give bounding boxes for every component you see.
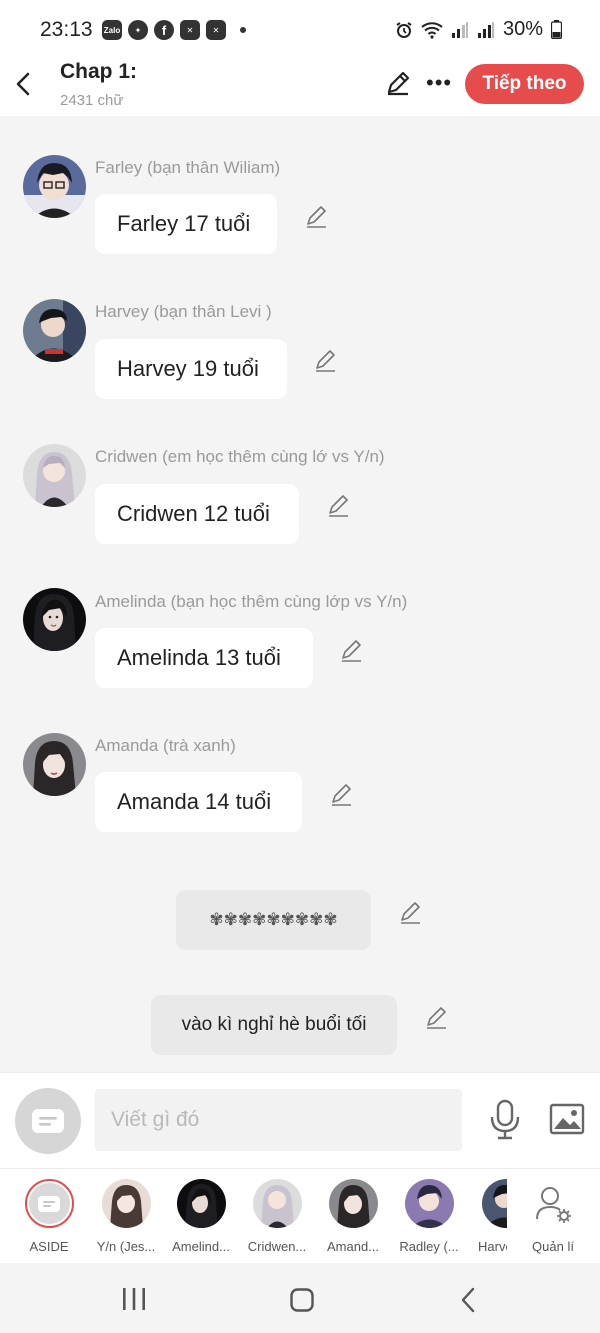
avatar: [404, 1179, 454, 1228]
aside-icon: [38, 1195, 60, 1212]
status-time: 23:13: [40, 18, 93, 41]
avatar: [482, 1179, 507, 1228]
character-item[interactable]: Harve: [470, 1179, 507, 1254]
avatar[interactable]: [23, 299, 86, 362]
sender-name: Amanda (trà xanh): [95, 736, 236, 755]
more-options-icon[interactable]: •••: [426, 72, 452, 94]
chapter-header: Chap 1: 2431 chữ ••• Tiếp theo: [0, 60, 600, 116]
sender-name: Farley (bạn thân Wiliam): [95, 158, 281, 177]
character-label: Cridwen...: [247, 1239, 307, 1254]
character-item[interactable]: Cridwen...: [242, 1179, 312, 1254]
chapter-title: Chap 1:: [60, 60, 138, 83]
dialogue-bubble[interactable]: Amanda 14 tuổi: [95, 772, 302, 832]
character-item[interactable]: Radley (...: [394, 1179, 464, 1254]
edit-message-icon[interactable]: [304, 204, 330, 230]
capcut-icon: ✕: [206, 20, 226, 40]
aside-avatar: [24, 1179, 74, 1228]
character-label: Y/n (Jes...: [96, 1239, 156, 1254]
composer-bar: Viết gì đó: [0, 1072, 600, 1168]
signal-icon: [451, 21, 468, 38]
edit-message-icon[interactable]: [313, 348, 339, 374]
avatar[interactable]: [23, 588, 86, 651]
edit-message-icon[interactable]: [424, 1005, 450, 1031]
sender-name: Cridwen (em học thêm cùng lớ vs Y/n): [95, 447, 385, 466]
dialogue-bubble[interactable]: Harvey 19 tuổi: [95, 339, 287, 399]
battery-icon: [551, 20, 562, 39]
character-label: Amelind...: [172, 1239, 230, 1254]
aside-toggle-button[interactable]: [15, 1088, 81, 1154]
battery-percent: 30%: [502, 18, 543, 40]
system-navigation-bar: [0, 1263, 600, 1333]
character-label: Amand...: [326, 1239, 380, 1254]
wifi-icon: [421, 21, 443, 39]
narration-bubble[interactable]: ✾✾✾✾✾✾✾✾✾: [176, 890, 371, 950]
notification-icons: Zalo ✦ f ✕ ✕: [102, 20, 246, 40]
word-count: 2431 chữ: [60, 92, 124, 109]
manage-users-icon: [535, 1187, 571, 1223]
avatar: [252, 1179, 302, 1228]
dialogue-bubble[interactable]: Amelinda 13 tuổi: [95, 628, 313, 688]
manage-characters-button[interactable]: Quản lí: [518, 1179, 588, 1254]
character-item[interactable]: Amand...: [318, 1179, 388, 1254]
avatar[interactable]: [23, 733, 86, 796]
avatar[interactable]: [23, 155, 86, 218]
character-selector: ASIDE Y/n (Jes... Amelind... Cridwen... …: [0, 1168, 600, 1263]
narration-bubble[interactable]: vào kì nghỉ hè buổi tối: [151, 995, 397, 1055]
edit-message-icon[interactable]: [329, 782, 355, 808]
character-label: Radley (...: [399, 1239, 459, 1254]
avatar: [328, 1179, 378, 1228]
edit-message-icon[interactable]: [326, 493, 352, 519]
back-arrow-icon[interactable]: [12, 68, 36, 100]
zalo-icon: Zalo: [102, 20, 122, 40]
home-icon[interactable]: [290, 1288, 314, 1312]
signal-icon: [477, 21, 494, 38]
edit-chapter-icon[interactable]: [385, 70, 411, 96]
edit-message-icon[interactable]: [339, 638, 365, 664]
microphone-icon[interactable]: [488, 1099, 522, 1141]
recent-apps-icon[interactable]: [122, 1288, 146, 1310]
image-icon[interactable]: [549, 1103, 585, 1135]
alarm-icon: [396, 21, 412, 38]
character-item-aside[interactable]: ASIDE: [14, 1179, 84, 1254]
dialogue-bubble[interactable]: Farley 17 tuổi: [95, 194, 277, 254]
character-label: Quản lí: [532, 1239, 574, 1254]
next-chapter-button[interactable]: Tiếp theo: [465, 64, 584, 104]
dialogue-bubble[interactable]: Cridwen 12 tuổi: [95, 484, 299, 544]
edit-message-icon[interactable]: [398, 900, 424, 926]
character-label: Harve: [478, 1239, 507, 1254]
system-status: 30%: [395, 18, 562, 41]
capcut-icon: ✕: [180, 20, 200, 40]
character-label: ASIDE: [29, 1239, 69, 1254]
avatar: [101, 1179, 151, 1228]
avatar: [176, 1179, 226, 1228]
character-item[interactable]: Amelind...: [166, 1179, 236, 1254]
more-notifications-dot: [240, 27, 246, 33]
aside-icon: [32, 1109, 64, 1133]
status-bar: 23:13 Zalo ✦ f ✕ ✕ 30%: [0, 0, 600, 60]
facebook-icon: f: [154, 20, 174, 40]
avatar[interactable]: [23, 444, 86, 507]
character-item[interactable]: Y/n (Jes...: [91, 1179, 161, 1254]
sender-name: Harvey (bạn thân Levi ): [95, 302, 272, 321]
message-input[interactable]: Viết gì đó: [95, 1089, 462, 1151]
messenger-icon: ✦: [128, 20, 148, 40]
system-back-icon[interactable]: [458, 1287, 480, 1313]
sender-name: Amelinda (bạn học thêm cùng lớp vs Y/n): [95, 592, 408, 611]
